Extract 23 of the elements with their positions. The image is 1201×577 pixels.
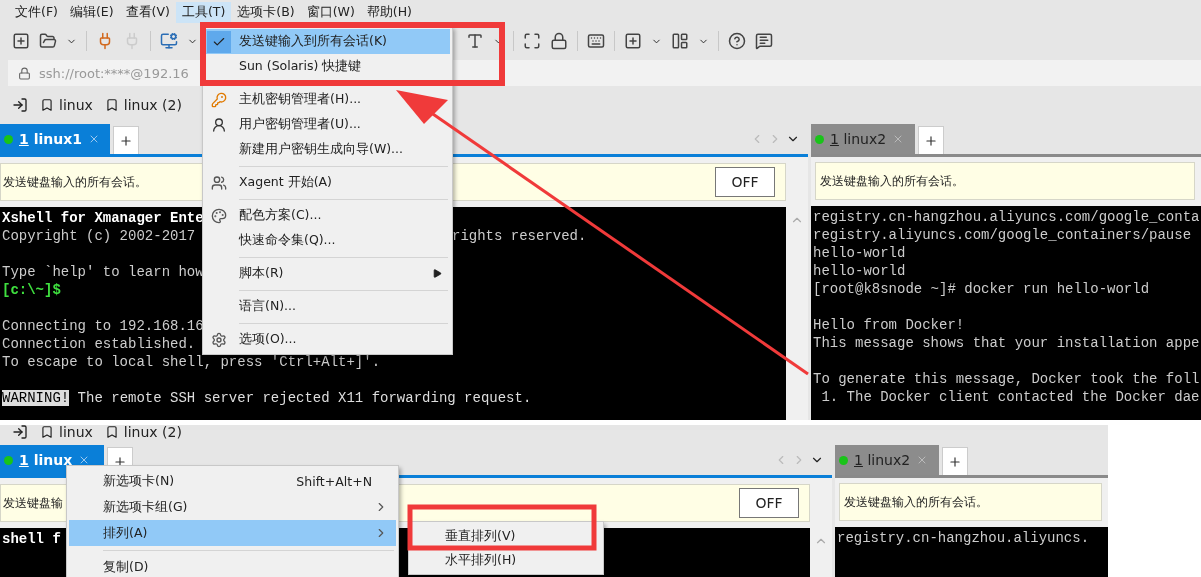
terminal-line: 1. The Docker client contacted the Docker dae [820, 389, 1200, 405]
terminal-line: Connection established. [2, 336, 196, 352]
terminal-line: Hello from Docker! [813, 317, 965, 333]
terminal-line: This message shows that your installation appe [813, 335, 1200, 351]
terminal-line: registry.aliyuncs.com/google_containers/pause [813, 227, 1192, 243]
terminal-line: registry.cn-hangzhou.aliyuncs.com/google_conta [813, 209, 1200, 225]
notice-text: 发送键盘输入的所有会话。 [820, 172, 964, 190]
terminal-line: Xshell for Xmanager Ente [2, 210, 204, 226]
terminal-line: hello-world [813, 263, 906, 279]
notice-text: 发送键盘输 [3, 494, 63, 512]
terminal-line: Connecting to 192.168.16 [2, 318, 204, 334]
terminal-line: hello-world [813, 245, 906, 261]
terminal-line: WARNING! The remote SSH server rejected X11 forwarding request. [2, 390, 532, 406]
terminal-line: [c:\~]$ [2, 282, 61, 298]
notice-text: 发送键盘输入的所有会话。 [844, 493, 988, 511]
terminal-line: Copyright (c) 2002-2017 [2, 227, 197, 245]
terminal-line: [root@k8snode ~]# docker run hello-world [813, 281, 1150, 297]
notice-text: 发送键盘输入的所有会话。 [3, 173, 147, 191]
terminal-line: To escape to local shell, press 'Ctrl+Alt+]'. [2, 354, 381, 370]
terminal-line: rights reserved. [452, 227, 587, 245]
terminal-line: registry.cn-hangzhou.aliyuncs. [837, 530, 1090, 546]
terminal-line: shell f [2, 531, 61, 547]
terminal-line: To generate this message, Docker took the foll [813, 371, 1200, 387]
